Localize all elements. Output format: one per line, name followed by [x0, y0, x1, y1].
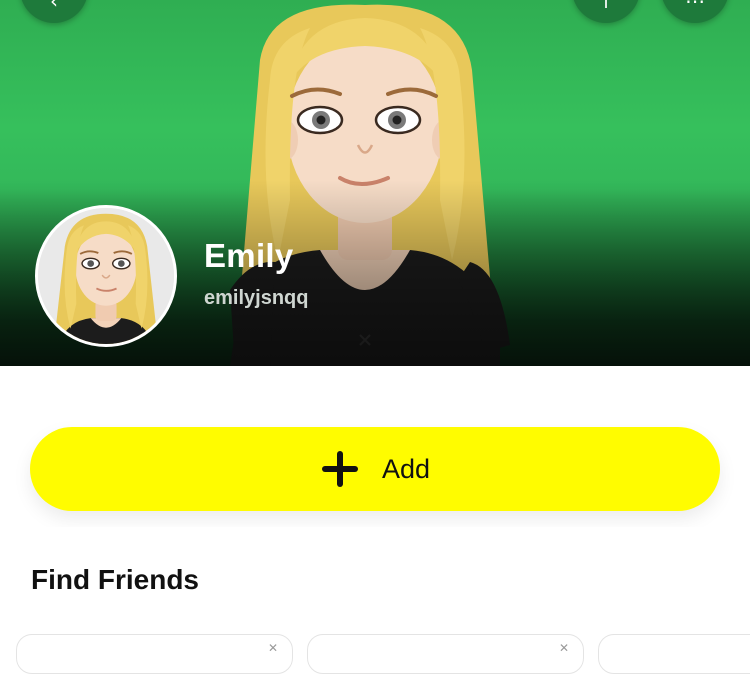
friend-suggestion-card[interactable]: ✕ — [307, 634, 584, 674]
profile-username: emilyjsnqq — [204, 287, 309, 309]
add-friend-button[interactable]: Add — [30, 427, 720, 511]
plus-icon — [321, 451, 358, 487]
more-options-button[interactable]: ⋯ — [661, 0, 729, 23]
avatar[interactable] — [35, 205, 177, 347]
share-icon: ↑ — [597, 0, 615, 13]
add-button-label: Add — [381, 453, 431, 484]
friend-suggestion-card[interactable]: ✕ — [16, 634, 293, 674]
find-friends-title: Find Friends — [31, 564, 199, 595]
more-options-icon: ⋯ — [685, 0, 705, 13]
profile-display-name: Emily — [204, 237, 294, 274]
bitmoji-avatar-image — [38, 208, 174, 344]
back-arrow-icon: ‹ — [50, 0, 58, 13]
close-icon[interactable]: ✕ — [268, 642, 278, 654]
profile-header: ‹ ↑ ⋯ Emily emilyjsnqq — [0, 0, 750, 366]
close-icon[interactable]: ✕ — [559, 642, 569, 654]
share-button[interactable]: ↑ — [572, 0, 640, 23]
back-button[interactable]: ‹ — [20, 0, 88, 23]
friend-suggestion-card[interactable] — [598, 634, 750, 674]
